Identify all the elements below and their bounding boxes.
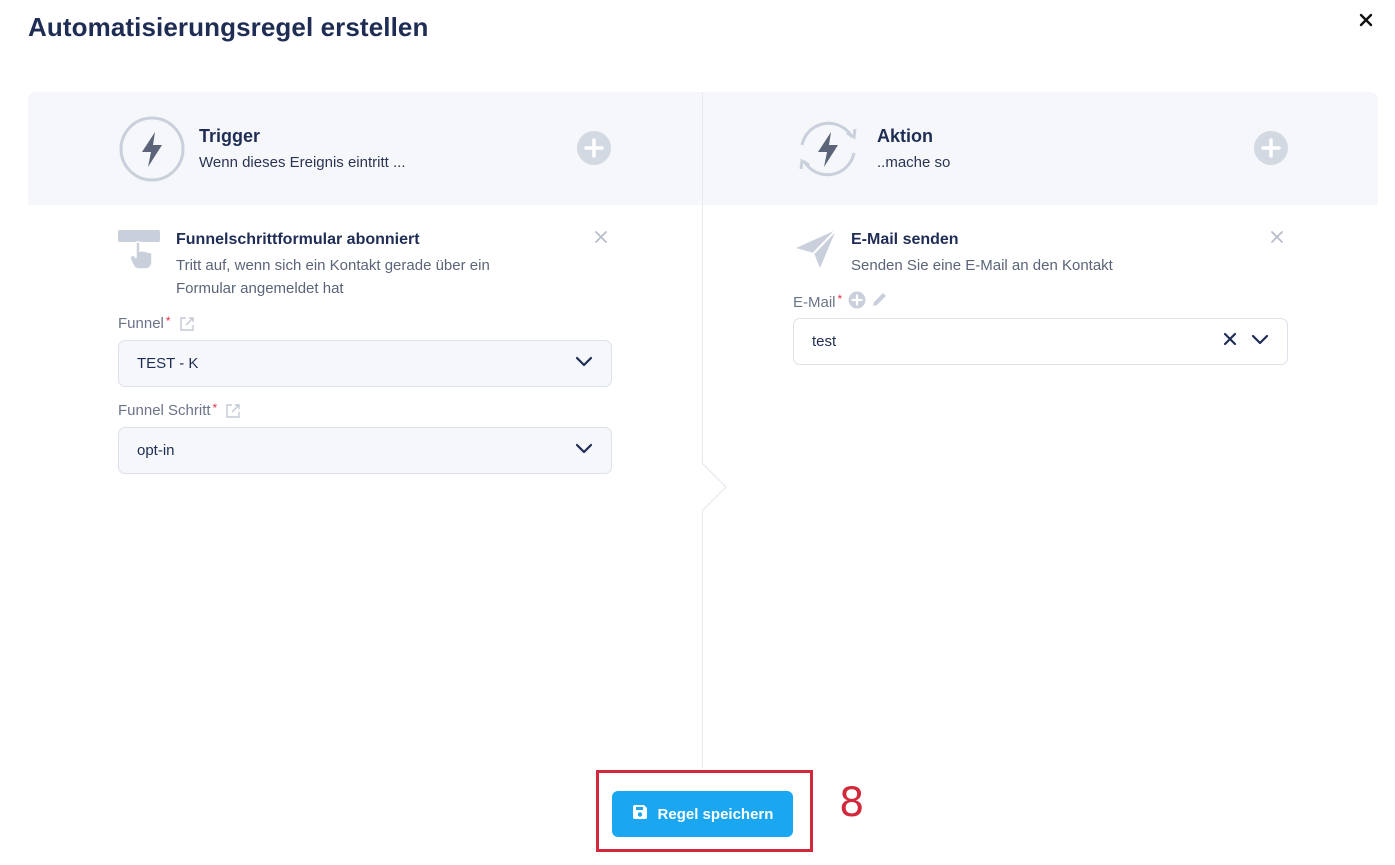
external-link-icon[interactable]	[179, 316, 195, 332]
trigger-item-description: Tritt auf, wenn sich ein Kontakt gerade …	[176, 257, 490, 297]
trigger-item-title: Funnelschrittformular abonniert	[176, 231, 420, 248]
floppy-disk-icon	[632, 804, 648, 824]
action-subtitle: ..mache so	[877, 154, 951, 171]
close-icon[interactable]	[1356, 10, 1376, 30]
funnel-step-label: Funnel Schritt *	[118, 401, 241, 419]
chevron-down-icon	[1251, 333, 1269, 351]
lightning-sync-icon	[794, 115, 862, 183]
trigger-title: Trigger	[199, 126, 261, 146]
email-select[interactable]: test	[793, 318, 1288, 365]
add-action-button[interactable]	[1253, 130, 1289, 166]
lightning-circle-icon	[118, 115, 186, 183]
save-rule-button[interactable]: Regel speichern	[612, 791, 793, 837]
email-label: E-Mail *	[793, 291, 888, 313]
remove-action-icon[interactable]	[1270, 230, 1284, 244]
modal-title: Automatisierungsregel erstellen	[28, 12, 429, 42]
funnel-step-select[interactable]: opt-in	[118, 427, 612, 474]
annotation-number: 8	[839, 780, 865, 826]
action-title: Aktion	[877, 126, 933, 146]
funnel-label: Funnel *	[118, 314, 195, 332]
action-item-description: Senden Sie eine E-Mail an den Kontakt	[851, 257, 1113, 274]
action-item-title: E-Mail senden	[851, 231, 959, 248]
remove-trigger-icon[interactable]	[594, 230, 608, 244]
form-touch-icon	[117, 228, 161, 277]
panel-divider	[702, 92, 703, 768]
divider-arrow	[702, 463, 727, 511]
clear-icon[interactable]	[1223, 332, 1237, 351]
add-email-icon[interactable]	[848, 291, 866, 313]
external-link-icon[interactable]	[225, 403, 241, 419]
paper-plane-icon	[794, 226, 840, 277]
trigger-subtitle: Wenn dieses Ereignis eintritt ...	[199, 154, 406, 171]
edit-email-icon[interactable]	[870, 291, 888, 313]
add-trigger-button[interactable]	[576, 130, 612, 166]
chevron-down-icon	[575, 355, 593, 373]
funnel-select[interactable]: TEST - K	[118, 340, 612, 387]
chevron-down-icon	[575, 442, 593, 460]
